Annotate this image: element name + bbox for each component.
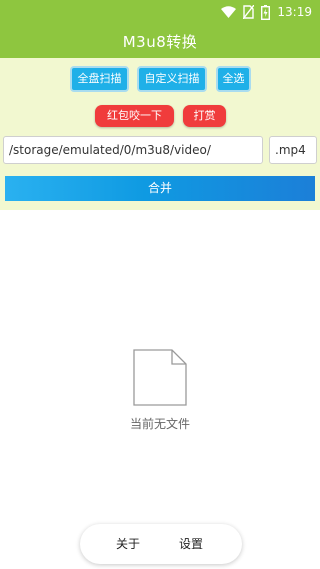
about-button[interactable]: 关于 [116, 524, 140, 564]
reward-button[interactable]: 打赏 [183, 105, 226, 127]
file-icon [133, 349, 187, 406]
red-packet-button[interactable]: 红包咬一下 [95, 105, 174, 127]
empty-state-text: 当前无文件 [129, 417, 190, 431]
merge-button[interactable]: 合并 [5, 176, 315, 201]
bottom-nav: 关于 设置 [80, 524, 242, 564]
path-input[interactable]: /storage/emulated/0/m3u8/video/ [3, 136, 263, 164]
status-time: 13:19 [277, 5, 312, 19]
no-sim-icon [243, 5, 255, 19]
custom-scan-button[interactable]: 自定义扫描 [139, 68, 205, 90]
status-bar: 13:19 [0, 0, 320, 24]
status-icons: 13:19 [221, 4, 312, 20]
extension-input[interactable]: .mp4 [269, 136, 317, 164]
page-title: M3u8转换 [122, 32, 198, 51]
select-all-button[interactable]: 全选 [218, 68, 249, 90]
wifi-icon [221, 6, 237, 18]
battery-charging-icon [261, 4, 271, 20]
settings-button[interactable]: 设置 [179, 524, 203, 564]
full-scan-button[interactable]: 全盘扫描 [72, 68, 127, 90]
title-bar: M3u8转换 [0, 24, 320, 58]
